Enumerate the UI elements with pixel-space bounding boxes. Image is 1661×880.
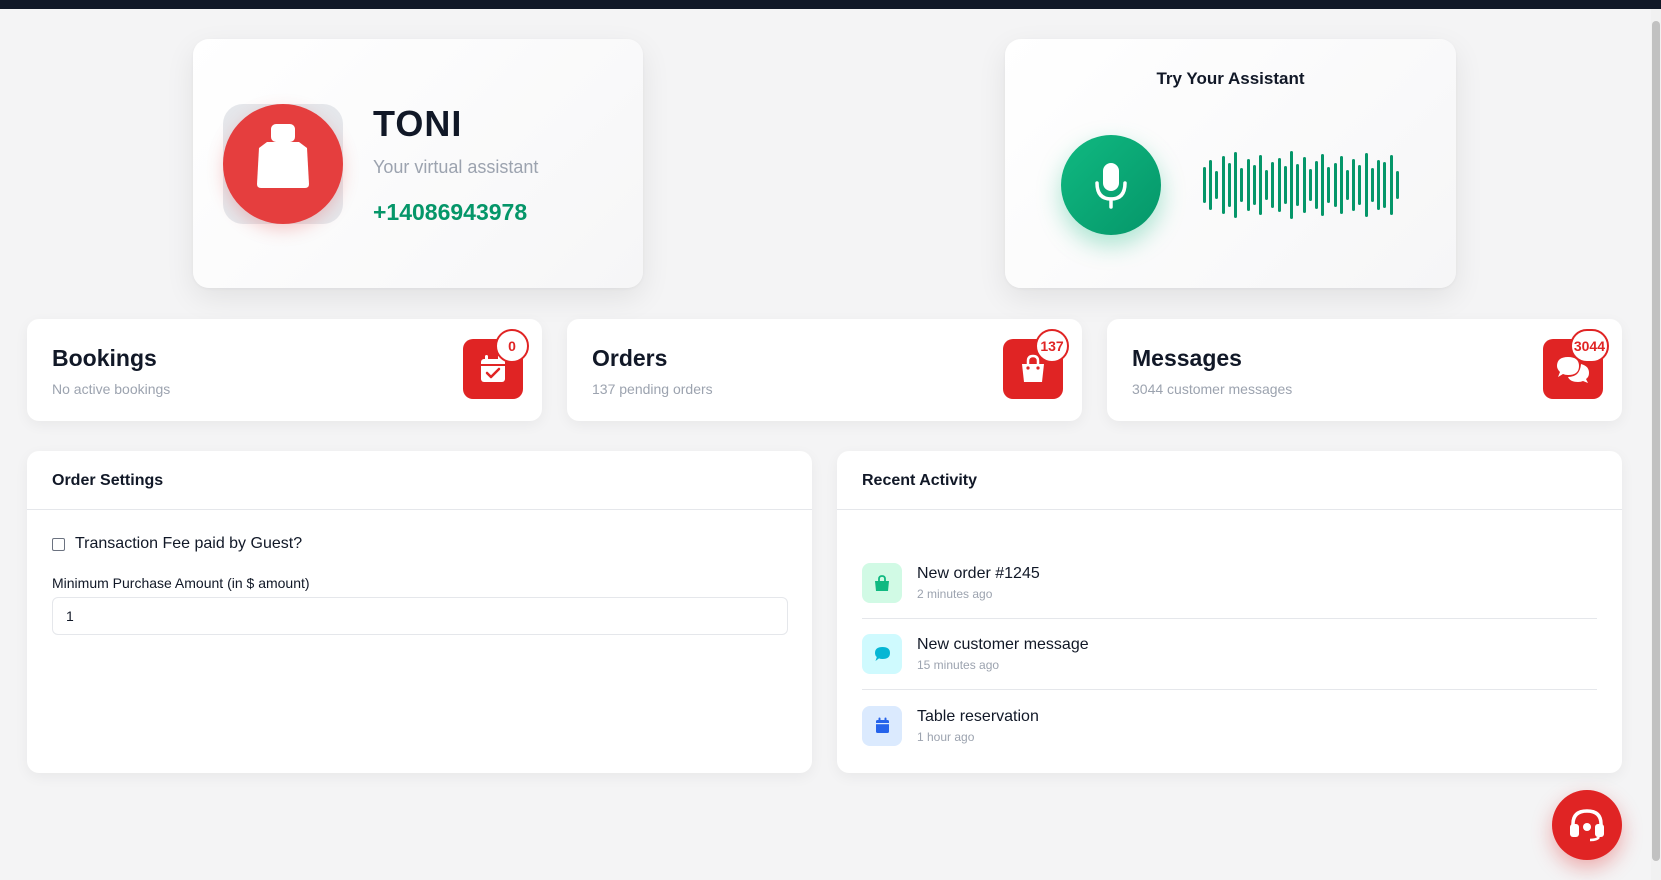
calendar-icon [862, 705, 902, 746]
waveform-bar [1283, 166, 1287, 204]
top-bar [0, 0, 1661, 9]
activity-title: New order #1245 [917, 565, 1040, 582]
bookings-count-badge: 0 [495, 329, 529, 363]
waveform-bar [1302, 157, 1306, 213]
audio-waveform [1203, 149, 1399, 221]
transaction-fee-label: Transaction Fee paid by Guest? [75, 535, 303, 552]
waveform-bar [1321, 154, 1325, 216]
waveform-bar [1358, 165, 1362, 205]
waveform-bar [1209, 160, 1213, 210]
support-button[interactable] [1552, 790, 1622, 860]
assistant-profile-card: TONI Your virtual assistant +14086943978 [193, 39, 643, 288]
bookings-card[interactable]: Bookings No active bookings 0 [27, 319, 542, 421]
transaction-fee-checkbox[interactable] [52, 537, 65, 551]
waveform-bar [1346, 170, 1350, 200]
messages-title: Messages [1132, 345, 1242, 371]
activity-time: 15 minutes ago [917, 658, 1000, 672]
waveform-bar [1352, 159, 1356, 211]
waveform-bar [1308, 169, 1312, 201]
waveform-bar [1383, 162, 1387, 208]
waveform-bar [1246, 159, 1250, 211]
robot-icon [223, 104, 343, 224]
activity-time: 1 hour ago [917, 729, 975, 744]
chat-bubble-icon [862, 634, 902, 674]
chat-bubbles-icon: 3044 [1543, 329, 1609, 399]
headset-icon [1570, 809, 1604, 842]
waveform-bar [1296, 164, 1300, 206]
order-settings-panel: Order Settings Transaction Fee paid by G… [27, 451, 812, 773]
assistant-name: TONI [373, 103, 463, 144]
assistant-subtitle: Your virtual assistant [373, 157, 539, 177]
waveform-bar [1290, 151, 1294, 219]
waveform-bar [1215, 171, 1219, 199]
waveform-bar [1234, 152, 1238, 218]
shopping-bag-icon [862, 563, 902, 603]
messages-count-badge: 3044 [1569, 329, 1609, 363]
waveform-bar [1271, 162, 1275, 208]
waveform-bar [1364, 153, 1368, 217]
try-assistant-card: Try Your Assistant [1005, 39, 1456, 288]
min-purchase-label: Minimum Purchase Amount (in $ amount) [52, 575, 310, 591]
recent-activity-panel: Recent Activity New order #1245 2 minute… [837, 451, 1622, 773]
waveform-bar [1395, 171, 1399, 199]
waveform-bar [1258, 155, 1262, 215]
waveform-bar [1240, 168, 1244, 202]
activity-title: Table reservation [917, 707, 1039, 725]
list-item[interactable]: Table reservation 1 hour ago [862, 690, 1597, 761]
recent-activity-title: Recent Activity [837, 451, 1622, 510]
assistant-phone[interactable]: +14086943978 [373, 199, 527, 226]
waveform-bar [1252, 165, 1256, 205]
messages-subtitle: 3044 customer messages [1132, 381, 1293, 397]
orders-card[interactable]: Orders 137 pending orders 137 [567, 319, 1082, 421]
waveform-bar [1203, 167, 1206, 203]
avatar-frame [223, 104, 343, 224]
activity-time: 2 minutes ago [917, 587, 993, 601]
calendar-check-icon: 0 [463, 329, 529, 399]
waveform-bar [1389, 155, 1393, 215]
waveform-bar [1370, 168, 1374, 202]
list-item[interactable]: New customer message 15 minutes ago [862, 619, 1597, 690]
microphone-button[interactable] [1061, 135, 1161, 235]
scrollbar-thumb[interactable] [1652, 21, 1660, 861]
shopping-bag-icon: 137 [1003, 329, 1069, 399]
waveform-bar [1327, 167, 1331, 203]
waveform-bar [1277, 158, 1281, 212]
list-item[interactable]: New order #1245 2 minutes ago [862, 548, 1597, 619]
messages-card[interactable]: Messages 3044 customer messages 3044 [1107, 319, 1622, 421]
transaction-fee-row[interactable]: Transaction Fee paid by Guest? [52, 535, 302, 553]
try-assistant-title: Try Your Assistant [1156, 69, 1305, 88]
waveform-bar [1227, 163, 1231, 207]
waveform-bar [1221, 156, 1225, 214]
microphone-icon [1095, 163, 1127, 209]
bookings-title: Bookings [52, 345, 157, 371]
orders-title: Orders [592, 345, 668, 371]
waveform-bar [1339, 156, 1343, 214]
orders-count-badge: 137 [1035, 329, 1069, 363]
orders-subtitle: 137 pending orders [592, 381, 713, 397]
min-purchase-input[interactable]: 1 [52, 597, 788, 635]
order-settings-title: Order Settings [27, 451, 812, 510]
waveform-bar [1377, 160, 1381, 210]
waveform-bar [1314, 161, 1318, 209]
scrollbar[interactable] [1651, 9, 1661, 880]
waveform-bar [1333, 163, 1337, 207]
activity-list: New order #1245 2 minutes ago New custom… [862, 548, 1597, 761]
waveform-bar [1265, 170, 1269, 200]
activity-title: New customer message [917, 636, 1089, 653]
bookings-subtitle: No active bookings [52, 381, 171, 397]
